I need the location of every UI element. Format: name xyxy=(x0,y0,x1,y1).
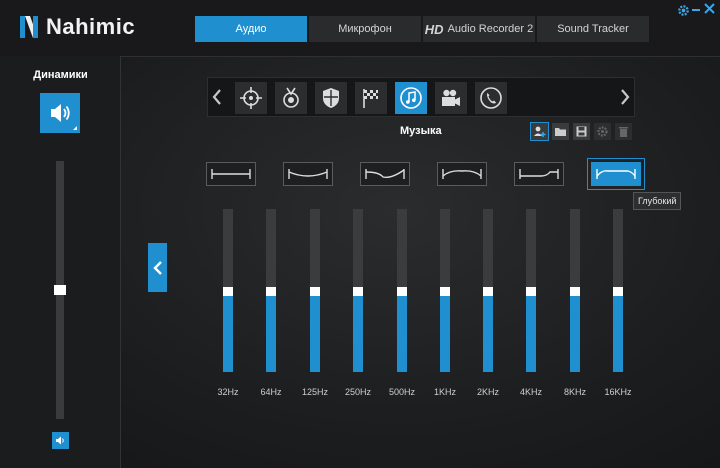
preset-strip xyxy=(207,77,635,117)
speakers-sidebar: Динамики xyxy=(0,56,121,468)
master-volume-thumb[interactable] xyxy=(54,285,66,295)
preset-next-chevron-icon[interactable] xyxy=(620,88,630,106)
eq-slider-thumb-32Hz[interactable] xyxy=(223,286,233,296)
eq-band-label: 2KHz xyxy=(476,387,499,397)
eq-curve-treble-boost[interactable] xyxy=(360,162,410,186)
preset-name: Музыка xyxy=(400,125,442,137)
delete-button[interactable] xyxy=(615,123,632,140)
tab-sound-tracker[interactable]: Sound Tracker xyxy=(537,16,649,42)
add-user-icon xyxy=(534,126,546,137)
preset-phone-icon[interactable] xyxy=(475,82,507,114)
eq-slider-fill xyxy=(353,290,363,372)
tab-audio-label: Аудио xyxy=(235,23,267,35)
collapse-sidebar-button[interactable] xyxy=(148,243,167,292)
eq-curve-tooltip: Глубокий xyxy=(633,192,682,210)
eq-slider-thumb-250Hz[interactable] xyxy=(353,286,363,296)
sidebar-title: Динамики xyxy=(33,69,88,81)
speaker-icon xyxy=(51,104,77,130)
eq-slider-fill xyxy=(570,290,580,372)
eq-curve-mid[interactable] xyxy=(437,162,487,186)
tab-microphone-label: Микрофон xyxy=(338,23,392,35)
divider xyxy=(121,56,720,57)
mute-button[interactable] xyxy=(52,432,69,449)
save-disk-icon xyxy=(576,126,587,137)
preset-medal-icon[interactable] xyxy=(275,82,307,114)
eq-band-label: 32Hz xyxy=(217,387,239,397)
eq-band-label: 1KHz xyxy=(433,387,456,397)
eq-slider-fill xyxy=(266,290,276,372)
profile-settings-button[interactable] xyxy=(594,123,611,140)
gear-icon xyxy=(597,126,608,137)
tab-hd-badge: HD xyxy=(424,21,444,37)
eq-slider-thumb-64Hz[interactable] xyxy=(266,286,276,296)
tab-audio-recorder-label: Audio Recorder 2 xyxy=(447,23,534,35)
trash-icon xyxy=(619,127,628,137)
preset-gaming-crosshair-icon[interactable] xyxy=(235,82,267,114)
add-profile-button[interactable] xyxy=(530,122,549,141)
save-button[interactable] xyxy=(573,123,590,140)
eq-band-label: 64Hz xyxy=(260,387,282,397)
eq-band-label: 4KHz xyxy=(519,387,542,397)
eq-slider-thumb-1KHz[interactable] xyxy=(440,286,450,296)
preset-video-camera-icon[interactable] xyxy=(435,82,467,114)
preset-shield-icon[interactable] xyxy=(315,82,347,114)
eq-band-label: 500Hz xyxy=(388,387,415,397)
nahimic-logo-icon xyxy=(18,14,40,40)
top-bar: Nahimic Аудио Микрофон HD Audio Recorder… xyxy=(0,0,720,56)
app-window: Nahimic Аудио Микрофон HD Audio Recorder… xyxy=(0,0,720,468)
preset-checkered-flag-icon[interactable] xyxy=(355,82,387,114)
eq-band-label: 8KHz xyxy=(563,387,586,397)
eq-slider-thumb-500Hz[interactable] xyxy=(397,286,407,296)
close-icon[interactable] xyxy=(704,3,715,14)
eq-slider-fill xyxy=(397,290,407,372)
eq-curve-deep[interactable] xyxy=(587,158,645,190)
chevron-left-icon xyxy=(152,260,162,275)
tab-microphone[interactable]: Микрофон xyxy=(309,16,421,42)
preset-prev-chevron-icon[interactable] xyxy=(212,88,222,106)
eq-slider-thumb-125Hz[interactable] xyxy=(310,286,320,296)
eq-slider-fill xyxy=(223,290,233,372)
main-tabs: Аудио Микрофон HD Audio Recorder 2 Sound… xyxy=(195,16,649,42)
eq-slider-thumb-16KHz[interactable] xyxy=(613,286,623,296)
small-speaker-icon xyxy=(56,436,64,445)
tab-audio[interactable]: Аудио xyxy=(195,16,307,42)
folder-icon xyxy=(555,128,566,136)
eq-slider-fill xyxy=(310,290,320,372)
eq-slider-thumb-2KHz[interactable] xyxy=(483,286,493,296)
tab-sound-tracker-label: Sound Tracker xyxy=(557,23,629,35)
eq-curve-bass-boost[interactable] xyxy=(283,162,333,186)
eq-slider-thumb-4KHz[interactable] xyxy=(526,286,536,296)
preset-music-note-icon[interactable] xyxy=(395,82,427,114)
eq-slider-fill xyxy=(526,290,536,372)
speaker-device-button[interactable] xyxy=(40,93,80,133)
app-logo: Nahimic xyxy=(18,14,135,40)
tab-audio-recorder[interactable]: HD Audio Recorder 2 xyxy=(423,16,535,42)
eq-slider-fill xyxy=(483,290,493,372)
eq-slider-fill xyxy=(613,290,623,372)
settings-gear-icon[interactable] xyxy=(677,4,690,17)
open-folder-button[interactable] xyxy=(552,123,569,140)
eq-curve-mid-treble[interactable] xyxy=(514,162,564,186)
eq-band-label: 16KHz xyxy=(604,387,632,397)
app-title: Nahimic xyxy=(46,14,136,39)
eq-slider-fill xyxy=(440,290,450,372)
eq-band-label: 250Hz xyxy=(344,387,371,397)
eq-curve-flat[interactable] xyxy=(206,162,256,186)
eq-band-label: 125Hz xyxy=(301,387,328,397)
minimize-icon[interactable] xyxy=(691,2,701,14)
eq-slider-thumb-8KHz[interactable] xyxy=(570,286,580,296)
